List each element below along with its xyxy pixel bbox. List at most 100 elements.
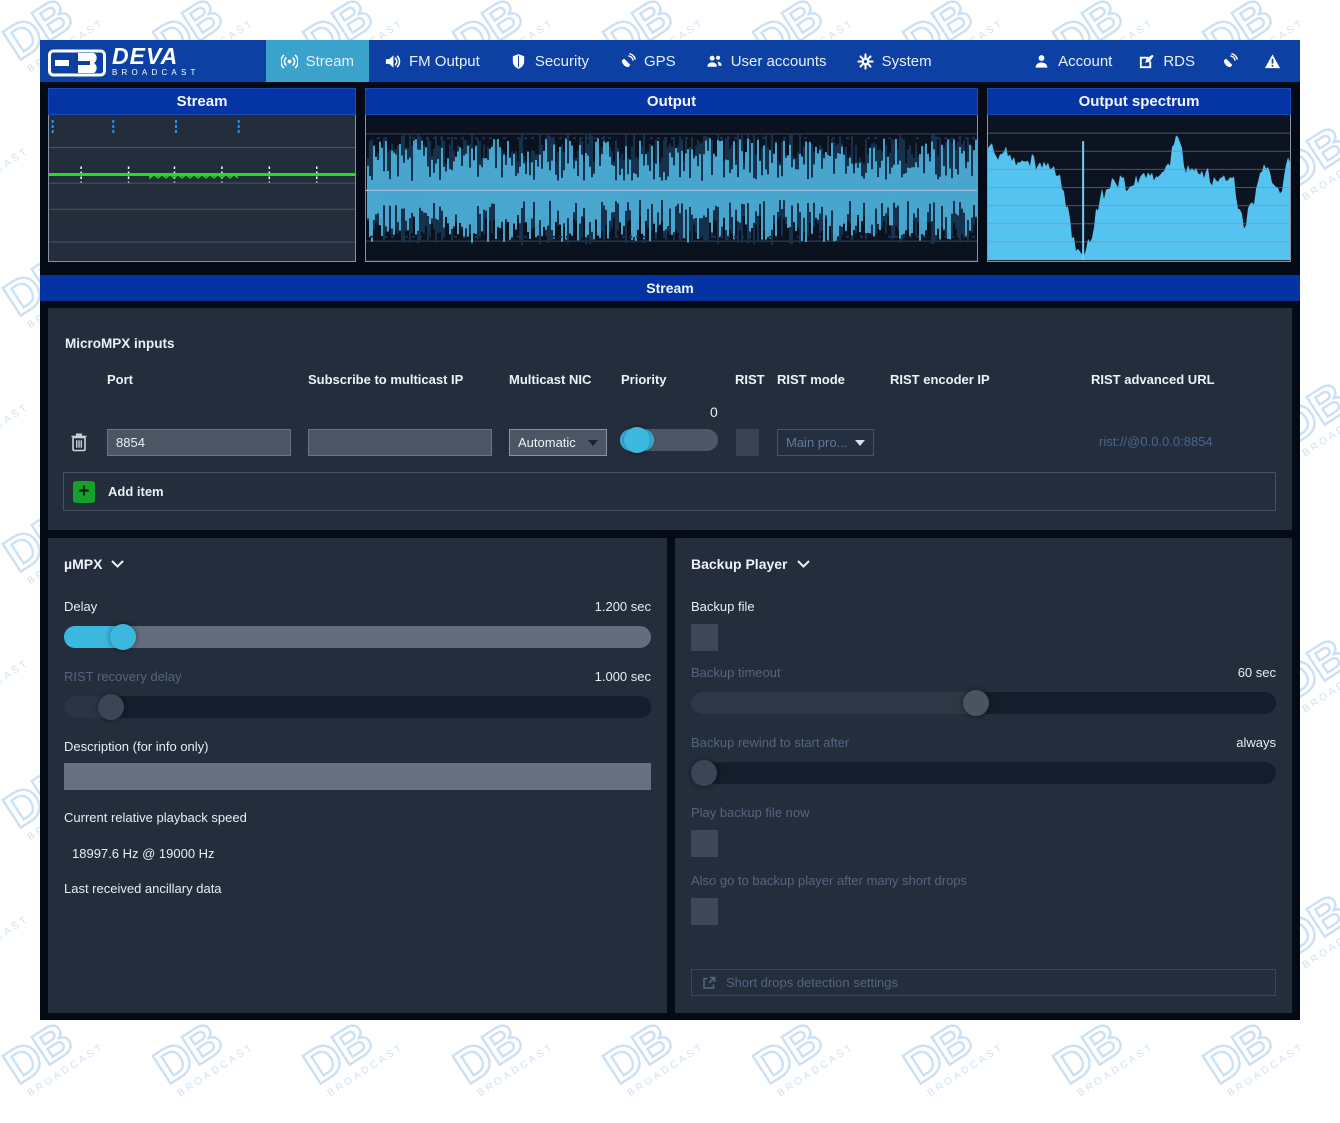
app-window: DEVA BROADCAST Stream FM Output <box>40 40 1300 1020</box>
output-graph <box>365 115 978 262</box>
antenna-status-button[interactable] <box>1208 53 1251 70</box>
backup-rewind-slider[interactable] <box>691 762 1276 784</box>
backup-rewind-value: always <box>1236 735 1276 750</box>
add-item-button[interactable]: + Add item <box>63 472 1276 511</box>
edit-icon <box>1138 53 1155 70</box>
trash-icon <box>70 432 88 452</box>
tab-gps[interactable]: GPS <box>604 40 691 82</box>
alert-status-button[interactable] <box>1251 53 1294 70</box>
tab-fm-output[interactable]: FM Output <box>369 40 495 82</box>
delete-row-button[interactable] <box>70 432 88 457</box>
stream-panel-title: Stream <box>48 88 356 115</box>
chevron-down-icon <box>855 440 865 446</box>
chevron-down-icon <box>797 560 810 568</box>
output-panel: Output <box>365 88 978 262</box>
tab-label: System <box>882 53 932 70</box>
multicast-ip-input[interactable] <box>308 429 492 456</box>
rist-advanced-url: rist://@0.0.0.0:8854 <box>1099 434 1213 449</box>
multicast-nic-select[interactable]: Automatic <box>509 429 607 456</box>
micrompx-inputs-panel: MicroMPX inputs Port Subscribe to multic… <box>48 308 1292 530</box>
priority-slider-knob[interactable] <box>624 427 650 453</box>
tab-label: User accounts <box>731 53 827 70</box>
backup-timeout-slider[interactable] <box>691 692 1276 714</box>
rist-mode-select[interactable]: Main pro... <box>777 429 874 456</box>
tab-label: FM Output <box>409 53 480 70</box>
section-title-bar: Stream <box>40 275 1300 301</box>
playback-speed-label: Current relative playback speed <box>64 810 247 825</box>
col-rist-advanced-url: RIST advanced URL <box>1091 372 1215 387</box>
svg-text:BROADCAST: BROADCAST <box>0 401 32 459</box>
chevron-down-icon <box>588 440 598 446</box>
umpx-collapse-toggle[interactable]: µMPX <box>64 556 651 572</box>
multicast-ip-wrap <box>308 429 492 456</box>
description-input[interactable] <box>64 763 651 790</box>
visualization-row: Stream Output Output spectrum <box>40 82 1300 262</box>
account-button[interactable]: Account <box>1020 53 1125 70</box>
add-item-label: Add item <box>108 484 164 499</box>
backup-file-button[interactable] <box>691 624 718 651</box>
broadcast-icon <box>281 53 298 70</box>
backup-rewind-label: Backup rewind to start after <box>691 735 849 750</box>
plus-icon: + <box>73 481 95 503</box>
umpx-title: µMPX <box>64 556 102 572</box>
svg-text:BROADCAST: BROADCAST <box>0 145 32 203</box>
also-backup-checkbox[interactable] <box>691 898 718 925</box>
tab-system[interactable]: System <box>842 40 947 82</box>
svg-text:BROADCAST: BROADCAST <box>0 657 32 715</box>
umpx-panel: µMPX Delay 1.200 sec RIST recovery delay… <box>48 538 667 1013</box>
stream-panel: Stream <box>48 88 356 262</box>
rist-checkbox[interactable] <box>736 429 759 456</box>
col-rist-mode: RIST mode <box>777 372 845 387</box>
port-field-wrap <box>107 429 291 456</box>
rist-recovery-knob[interactable] <box>98 694 124 720</box>
delay-value: 1.200 sec <box>595 599 651 614</box>
tab-user-accounts[interactable]: User accounts <box>691 40 842 82</box>
spectrum-panel-title: Output spectrum <box>987 88 1291 115</box>
db-logo-icon <box>48 49 106 77</box>
brand-subtitle: BROADCAST <box>112 69 200 77</box>
rist-recovery-delay-value: 1.000 sec <box>595 669 651 684</box>
select-value: Automatic <box>518 435 576 450</box>
tab-label: GPS <box>644 53 676 70</box>
backup-timeout-knob[interactable] <box>963 690 989 716</box>
tab-stream[interactable]: Stream <box>266 40 369 82</box>
port-input[interactable] <box>107 429 291 456</box>
nav-right-group: Account RDS <box>1020 40 1294 82</box>
satellite-icon <box>619 53 636 70</box>
spectrum-graph <box>987 115 1291 262</box>
backup-title: Backup Player <box>691 556 788 572</box>
tab-label: Stream <box>306 53 354 70</box>
output-panel-title: Output <box>365 88 978 115</box>
tab-security[interactable]: Security <box>495 40 604 82</box>
play-backup-now-label: Play backup file now <box>691 805 810 820</box>
rds-button[interactable]: RDS <box>1125 53 1208 70</box>
micrompx-title: MicroMPX inputs <box>65 336 175 351</box>
backup-timeout-label: Backup timeout <box>691 665 781 680</box>
description-label: Description (for info only) <box>64 739 209 754</box>
speaker-icon <box>384 53 401 70</box>
brand-name: DEVA <box>112 45 200 68</box>
backup-rewind-knob[interactable] <box>691 760 717 786</box>
top-navbar: DEVA BROADCAST Stream FM Output <box>40 40 1300 82</box>
short-drops-settings-button[interactable]: Short drops detection settings <box>691 969 1276 996</box>
svg-text:BROADCAST: BROADCAST <box>0 913 32 971</box>
col-port: Port <box>107 372 133 387</box>
shield-icon <box>510 53 527 70</box>
priority-slider[interactable] <box>620 429 718 451</box>
satellite-icon <box>1221 53 1238 70</box>
col-priority: Priority <box>621 372 667 387</box>
rist-recovery-slider[interactable] <box>64 696 651 718</box>
select-value: Main pro... <box>786 435 847 450</box>
backup-player-panel: Backup Player Backup file Backup timeout… <box>675 538 1292 1013</box>
delay-slider-knob[interactable] <box>110 624 136 650</box>
priority-value: 0 <box>710 404 718 420</box>
col-rist-encoder-ip: RIST encoder IP <box>890 372 990 387</box>
play-backup-now-button[interactable] <box>691 830 718 857</box>
warning-icon <box>1264 53 1281 70</box>
main-nav: Stream FM Output Security <box>266 40 947 82</box>
col-multicast-ip: Subscribe to multicast IP <box>308 372 463 387</box>
backup-collapse-toggle[interactable]: Backup Player <box>691 556 1276 572</box>
chevron-down-icon <box>111 560 124 568</box>
delay-slider[interactable] <box>64 626 651 648</box>
nav-label: Account <box>1058 53 1112 70</box>
